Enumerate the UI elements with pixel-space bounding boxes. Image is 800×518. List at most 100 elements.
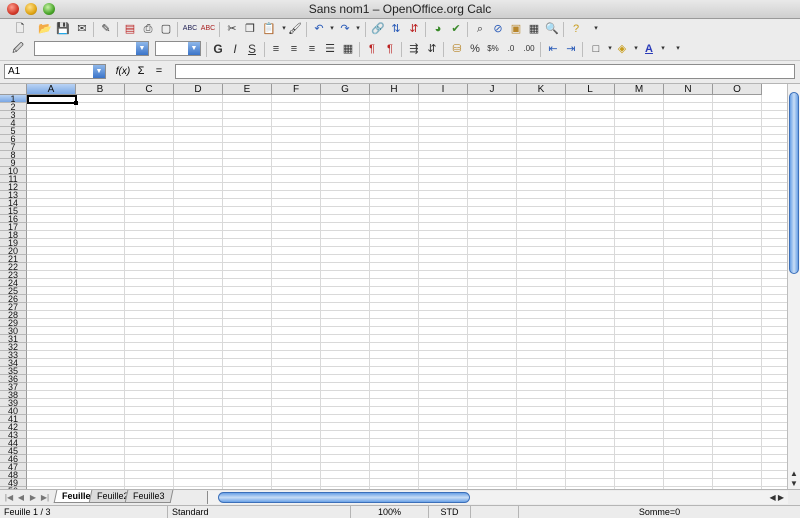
row-header[interactable]: 47 <box>0 463 27 471</box>
cell-area[interactable] <box>27 95 787 489</box>
column-header[interactable]: K <box>517 84 566 95</box>
column-header[interactable]: C <box>125 84 174 95</box>
row-header[interactable]: 20 <box>0 247 27 255</box>
row-header[interactable]: 49 <box>0 479 27 487</box>
font-size-combo[interactable]: ▼ <box>155 41 201 56</box>
currency-format-icon[interactable]: ⛁ <box>449 41 465 57</box>
cut-icon[interactable]: ✂ <box>224 21 240 37</box>
vertical-scrollbar[interactable]: ▲ ▼ <box>787 84 800 489</box>
column-header[interactable]: N <box>664 84 713 95</box>
row-header[interactable]: 5 <box>0 127 27 135</box>
italic-button[interactable]: I <box>227 41 243 57</box>
horizontal-scroll-thumb[interactable] <box>218 492 470 503</box>
row-header[interactable]: 2 <box>0 103 27 111</box>
row-header[interactable]: 38 <box>0 391 27 399</box>
column-header[interactable]: F <box>272 84 321 95</box>
function-button[interactable]: = <box>152 64 166 79</box>
copy-icon[interactable]: ❐ <box>242 21 258 37</box>
row-header[interactable]: 26 <box>0 295 27 303</box>
merge-cells-icon[interactable]: ▦ <box>340 41 356 57</box>
increase-indent-icon[interactable]: ⇥ <box>563 41 579 57</box>
add-decimal-icon[interactable]: .0 <box>503 41 519 57</box>
row-header[interactable]: 46 <box>0 455 27 463</box>
function-wizard-button[interactable]: f(x) <box>113 64 133 79</box>
column-header[interactable]: O <box>713 84 762 95</box>
navigator-icon[interactable]: ⊘ <box>490 21 506 37</box>
help-icon[interactable]: ? <box>568 21 584 37</box>
row-header[interactable]: 9 <box>0 159 27 167</box>
name-box[interactable]: A1 ▼ <box>4 64 106 79</box>
toolbar-overflow-icon[interactable]: ▾ <box>588 21 604 37</box>
print-icon[interactable]: ⎙ <box>140 21 156 37</box>
fill-handle[interactable] <box>74 101 78 105</box>
row-header[interactable]: 25 <box>0 287 27 295</box>
last-sheet-icon[interactable]: ▶| <box>40 492 50 503</box>
status-page-style[interactable]: Standard <box>168 506 351 518</box>
font-color-dropdown-icon[interactable]: ▾ <box>655 41 671 57</box>
next-sheet-icon[interactable]: ▶ <box>28 492 38 503</box>
sheet-tab[interactable]: Feuille3 <box>124 490 173 503</box>
row-header[interactable]: 28 <box>0 311 27 319</box>
hyperlink-icon[interactable]: 🔗 <box>370 21 386 37</box>
row-header[interactable]: 42 <box>0 423 27 431</box>
column-header[interactable]: D <box>174 84 223 95</box>
zoom-icon[interactable]: 🔍 <box>544 21 560 37</box>
row-header[interactable]: 1 <box>0 95 27 103</box>
row-header[interactable]: 8 <box>0 151 27 159</box>
page-preview-icon[interactable]: ▢ <box>158 21 174 37</box>
row-header[interactable]: 21 <box>0 255 27 263</box>
status-insert-mode[interactable]: STD <box>429 506 471 518</box>
row-header[interactable]: 29 <box>0 319 27 327</box>
row-header[interactable]: 27 <box>0 303 27 311</box>
percent-format-icon[interactable]: % <box>467 41 483 57</box>
row-header[interactable]: 11 <box>0 175 27 183</box>
row-header[interactable]: 33 <box>0 351 27 359</box>
row-header[interactable]: 6 <box>0 135 27 143</box>
row-header[interactable]: 48 <box>0 471 27 479</box>
sort-ascending-icon[interactable]: ⇅ <box>388 21 404 37</box>
row-header[interactable]: 36 <box>0 375 27 383</box>
row-header[interactable]: 17 <box>0 223 27 231</box>
row-header[interactable]: 19 <box>0 239 27 247</box>
row-header[interactable]: 30 <box>0 327 27 335</box>
row-header[interactable]: 15 <box>0 207 27 215</box>
row-header[interactable]: 35 <box>0 367 27 375</box>
formula-input[interactable] <box>175 64 795 79</box>
scroll-down-icon[interactable]: ▼ <box>788 479 800 489</box>
row-header[interactable]: 34 <box>0 359 27 367</box>
row-header[interactable]: 23 <box>0 271 27 279</box>
chevron-down-icon[interactable]: ▼ <box>188 42 200 55</box>
sum-button[interactable]: Σ <box>134 64 148 79</box>
row-header[interactable]: 4 <box>0 119 27 127</box>
column-header[interactable]: G <box>321 84 370 95</box>
row-header[interactable]: 12 <box>0 183 27 191</box>
scroll-up-icon[interactable]: ▲ <box>788 469 800 479</box>
standard-format-icon[interactable]: $% <box>485 41 501 57</box>
text-direction-horizontal-icon[interactable]: ⇶ <box>406 41 422 57</box>
edit-file-icon[interactable]: ✎ <box>98 21 114 37</box>
right-to-left-icon[interactable]: ¶ <box>382 41 398 57</box>
status-zoom[interactable]: 100% <box>351 506 429 518</box>
bold-button[interactable]: G <box>210 41 226 57</box>
first-sheet-icon[interactable]: |◀ <box>4 492 14 503</box>
row-header[interactable]: 31 <box>0 335 27 343</box>
open-folder-icon[interactable]: 📂 <box>37 21 53 37</box>
active-cell-cursor[interactable] <box>27 95 78 105</box>
column-header[interactable]: J <box>468 84 517 95</box>
row-header[interactable]: 40 <box>0 407 27 415</box>
row-header[interactable]: 44 <box>0 439 27 447</box>
select-all-corner[interactable] <box>0 84 27 95</box>
save-icon[interactable]: 💾 <box>55 21 71 37</box>
show-draw-functions-icon[interactable]: ✔ <box>448 21 464 37</box>
row-header[interactable]: 16 <box>0 215 27 223</box>
new-document-icon[interactable]: 🗋 <box>12 21 28 37</box>
autospellcheck-icon[interactable]: ABC <box>200 21 216 37</box>
left-to-right-icon[interactable]: ¶ <box>364 41 380 57</box>
paste-icon[interactable]: 📋 <box>261 21 277 37</box>
export-pdf-icon[interactable]: ▤ <box>122 21 138 37</box>
scroll-left-icon[interactable]: ◀ <box>769 493 775 502</box>
row-header[interactable]: 22 <box>0 263 27 271</box>
column-header[interactable]: I <box>419 84 468 95</box>
row-header[interactable]: 39 <box>0 399 27 407</box>
column-header[interactable]: H <box>370 84 419 95</box>
